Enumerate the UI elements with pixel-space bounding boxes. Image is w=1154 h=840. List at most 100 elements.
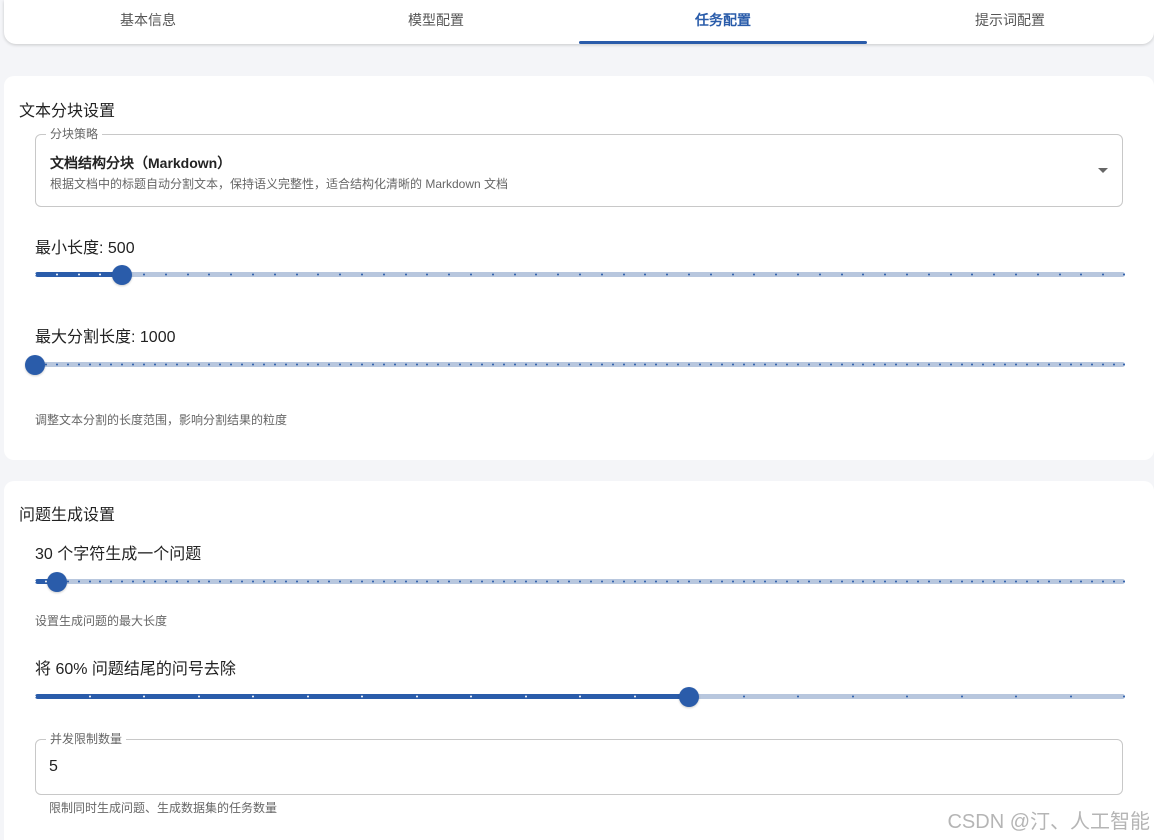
slider-thumb[interactable]: [47, 572, 67, 592]
remove-question-mark-label: 将 60% 问题结尾的问号去除: [35, 661, 236, 678]
slider-tick: [982, 363, 984, 366]
slider-tick: [895, 363, 897, 366]
chevron-down-icon[interactable]: [1098, 168, 1108, 173]
slider-tick: [612, 580, 614, 583]
slider-tick: [710, 273, 712, 276]
slider-tick: [416, 695, 418, 698]
slider-tick: [121, 363, 123, 366]
slider-tick: [928, 363, 930, 366]
slider-tick: [797, 580, 799, 583]
chunk-strategy-value: 文档结构分块（Markdown）: [50, 155, 232, 171]
slider-tick: [634, 363, 636, 366]
chunk-strategy-select[interactable]: 分块策略 文档结构分块（Markdown） 根据文档中的标题自动分割文本，保持语…: [35, 127, 1123, 207]
slider-tick: [612, 363, 614, 366]
slider-tick: [852, 363, 854, 366]
slider-tick: [328, 363, 330, 366]
slider-tick: [99, 363, 101, 366]
slider-tick: [426, 580, 428, 583]
slider-tick: [753, 363, 755, 366]
slider-tick: [1123, 363, 1125, 366]
slider-tick: [514, 363, 516, 366]
min-length-slider[interactable]: [35, 265, 1125, 285]
slider-tick: [198, 363, 200, 366]
slider-tick: [317, 580, 319, 583]
tab-prompt-config[interactable]: 提示词配置: [866, 0, 1154, 44]
slider-tick: [339, 580, 341, 583]
slider-tick: [317, 273, 319, 276]
slider-tick: [525, 363, 527, 366]
concurrency-input[interactable]: 并发限制数量 5: [35, 732, 1123, 795]
slider-tick: [928, 273, 930, 276]
slider-tick: [655, 363, 657, 366]
slider-tick: [764, 363, 766, 366]
slider-tick: [78, 580, 80, 583]
slider-tick: [165, 273, 167, 276]
slider-tick: [154, 580, 156, 583]
slider-tick: [797, 363, 799, 366]
max-length-slider[interactable]: [25, 355, 1125, 375]
slider-tick: [1059, 363, 1061, 366]
slider-tick: [525, 580, 527, 583]
slider-tick: [634, 695, 636, 698]
slider-tick: [644, 273, 646, 276]
slider-tick: [252, 363, 254, 366]
slider-tick: [841, 580, 843, 583]
tab-task-config[interactable]: 任务配置: [579, 0, 867, 44]
slider-tick: [601, 363, 603, 366]
slider-tick: [590, 580, 592, 583]
slider-tick: [1091, 580, 1093, 583]
slider-tick: [361, 363, 363, 366]
slider-tick: [383, 273, 385, 276]
slider-tick: [928, 580, 930, 583]
slider-tick: [383, 580, 385, 583]
slider-tick: [372, 580, 374, 583]
slider-tick: [45, 363, 47, 366]
slider-tick: [35, 273, 36, 276]
slider-tick: [721, 580, 723, 583]
slider-ticks: [35, 363, 1125, 366]
slider-tick: [110, 363, 112, 366]
slider-tick: [950, 273, 952, 276]
slider-tick: [546, 580, 548, 583]
slider-tick: [830, 580, 832, 583]
slider-tick: [99, 273, 101, 276]
slider-thumb[interactable]: [25, 355, 45, 375]
slider-tick: [841, 273, 843, 276]
tab-basic-info[interactable]: 基本信息: [4, 0, 292, 44]
slider-tick: [993, 363, 995, 366]
slider-thumb[interactable]: [679, 687, 699, 707]
slider-tick: [252, 273, 254, 276]
slider-tick: [917, 580, 919, 583]
slider-tick: [1037, 273, 1039, 276]
slider-tick: [535, 580, 537, 583]
chunk-settings-title: 文本分块设置: [19, 103, 116, 120]
chars-per-question-slider[interactable]: [35, 572, 1125, 592]
concurrency-value[interactable]: 5: [49, 758, 58, 776]
slider-tick: [154, 363, 156, 366]
slider-ticks: [35, 695, 1125, 698]
slider-tick: [710, 363, 712, 366]
slider-tick: [274, 580, 276, 583]
slider-tick: [241, 363, 243, 366]
slider-tick: [797, 695, 799, 698]
slider-tick: [623, 363, 625, 366]
slider-tick: [492, 363, 494, 366]
slider-tick: [971, 363, 973, 366]
slider-tick: [361, 695, 363, 698]
slider-tick: [208, 273, 210, 276]
slider-tick: [852, 580, 854, 583]
slider-tick: [361, 580, 363, 583]
slider-tick: [644, 580, 646, 583]
tab-model-config[interactable]: 模型配置: [292, 0, 580, 44]
chars-per-question-helper: 设置生成问题的最大长度: [35, 614, 168, 628]
slider-tick: [1113, 363, 1115, 366]
slider-tick: [884, 363, 886, 366]
slider-tick: [710, 580, 712, 583]
remove-question-mark-slider[interactable]: [35, 687, 1125, 707]
slider-thumb[interactable]: [112, 265, 132, 285]
slider-tick: [143, 363, 145, 366]
slider-tick: [993, 580, 995, 583]
slider-tick: [78, 363, 80, 366]
slider-tick: [1059, 273, 1061, 276]
chunk-settings-card: 文本分块设置 分块策略 文档结构分块（Markdown） 根据文档中的标题自动分…: [4, 76, 1154, 460]
